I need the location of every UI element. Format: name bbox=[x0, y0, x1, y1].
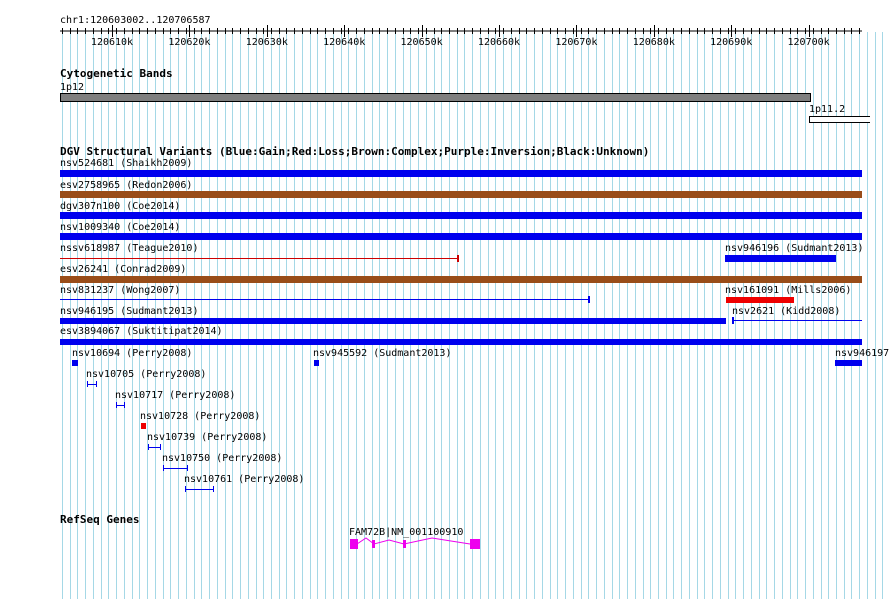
gene-fam72b[interactable] bbox=[0, 0, 890, 599]
